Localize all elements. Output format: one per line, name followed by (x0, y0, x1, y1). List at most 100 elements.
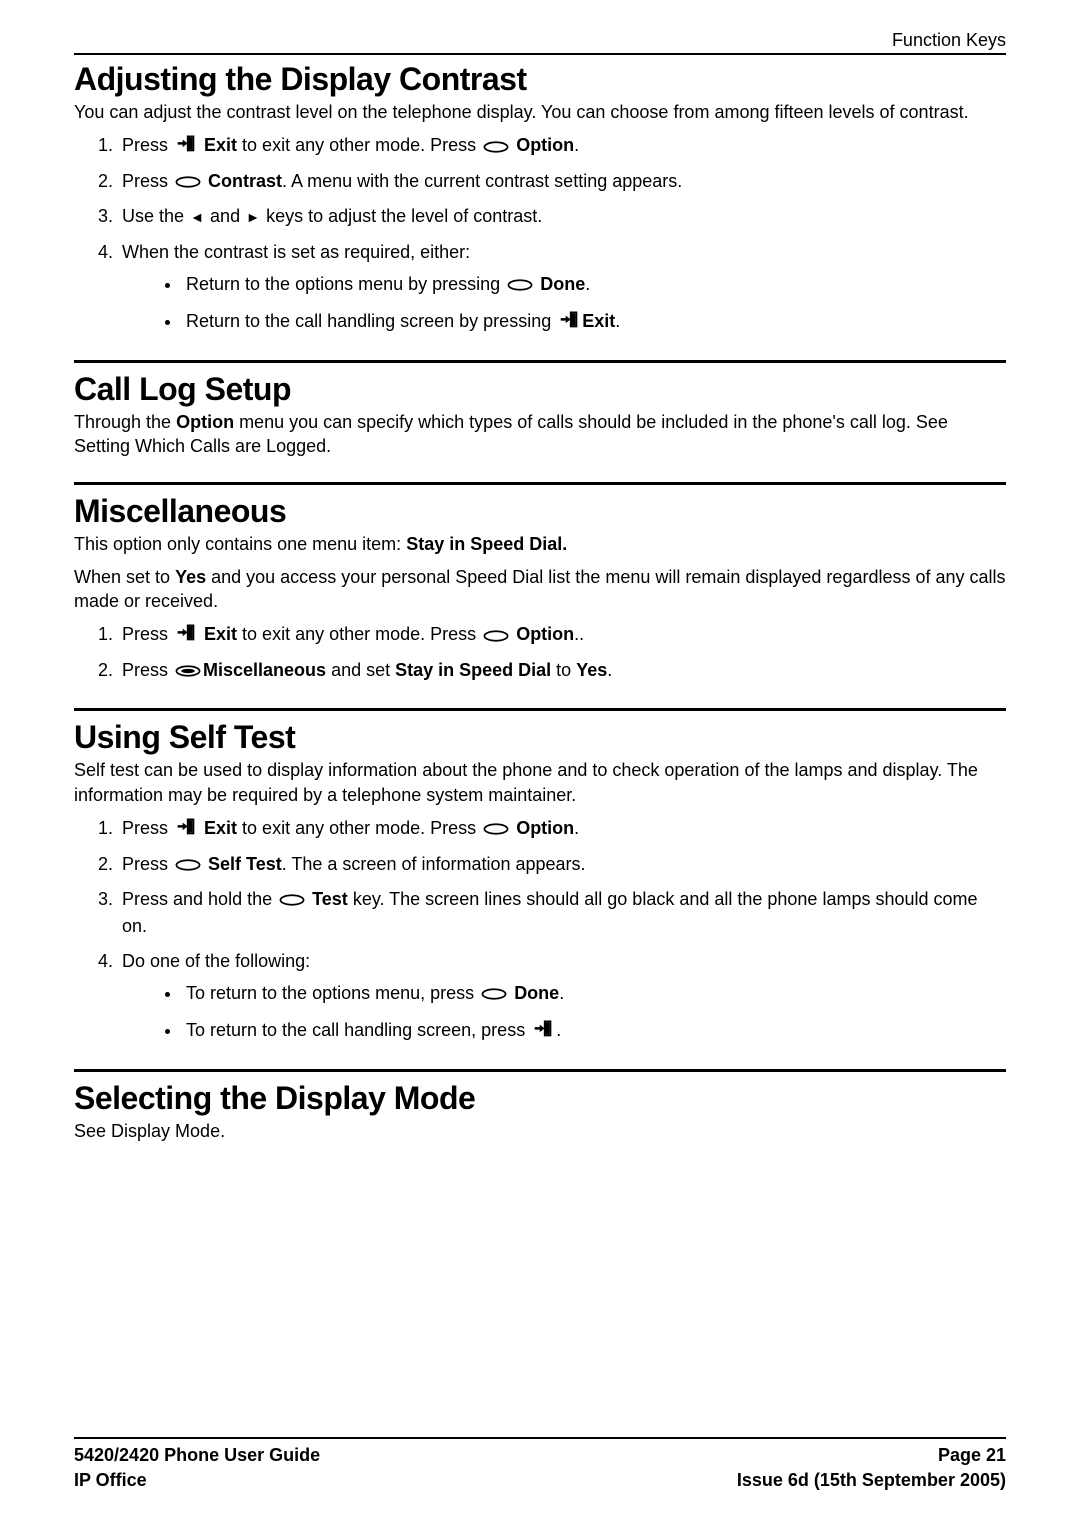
text: Return to the options menu by pressing (186, 274, 505, 294)
substeps: To return to the options menu, press Don… (122, 980, 1006, 1045)
softkey-icon (481, 981, 507, 1007)
text: . The a screen of information appears. (282, 854, 586, 874)
steps-misc: Press Exit to exit any other mode. Press… (74, 621, 1006, 684)
self-test-label: Self Test (208, 854, 282, 874)
step-3: Use the and keys to adjust the level of … (118, 203, 1006, 230)
text: to exit any other mode. Press (237, 818, 481, 838)
text: This option only contains one menu item: (74, 534, 406, 554)
softkey-icon (483, 623, 509, 649)
exit-label: Exit (582, 311, 615, 331)
text: . (574, 135, 579, 155)
exit-icon (175, 816, 197, 843)
text: Return to the call handling screen by pr… (186, 311, 556, 331)
text: Press (122, 660, 173, 680)
stay-label: Stay in Speed Dial (395, 660, 551, 680)
text: Press (122, 135, 173, 155)
text: . (585, 274, 590, 294)
exit-icon (175, 133, 197, 160)
section-rule (74, 482, 1006, 485)
text: Press (122, 624, 173, 644)
text: to exit any other mode. Press (237, 624, 481, 644)
heading-call-log: Call Log Setup (74, 371, 1006, 408)
softkey-icon (483, 816, 509, 842)
exit-icon (558, 309, 580, 336)
step-3: Press and hold the Test key. The screen … (118, 886, 1006, 939)
section-call-log-setup: Call Log Setup Through the Option menu y… (74, 371, 1006, 459)
text: and set (326, 660, 395, 680)
substep-1: To return to the options menu, press Don… (182, 980, 1006, 1007)
step-4: Do one of the following: To return to th… (118, 948, 1006, 1045)
text: To return to the call handling screen, p… (186, 1020, 530, 1040)
intro-self-test: Self test can be used to display informa… (74, 758, 1006, 807)
text: keys to adjust the level of contrast. (261, 206, 542, 226)
softkey-icon (175, 169, 201, 195)
text: When the contrast is set as required, ei… (122, 242, 470, 262)
step-1: Press Exit to exit any other mode. Press… (118, 621, 1006, 649)
exit-label: Exit (204, 135, 237, 155)
text: . (615, 311, 620, 331)
heading-display-mode: Selecting the Display Mode (74, 1080, 1006, 1117)
stay-label: Stay in Speed Dial. (406, 534, 567, 554)
footer-rule (74, 1437, 1006, 1439)
page-header-right: Function Keys (74, 30, 1006, 51)
section-adjusting-contrast: Adjusting the Display Contrast You can a… (74, 61, 1006, 336)
footer-left-2: IP Office (74, 1468, 147, 1492)
heading-self-test: Using Self Test (74, 719, 1006, 756)
exit-label: Exit (204, 818, 237, 838)
exit-label: Exit (204, 624, 237, 644)
substep-2: Return to the call handling screen by pr… (182, 308, 1006, 336)
step-2: Press Contrast. A menu with the current … (118, 168, 1006, 195)
paragraph-misc-1: This option only contains one menu item:… (74, 532, 1006, 556)
section-display-mode: Selecting the Display Mode See Display M… (74, 1080, 1006, 1143)
paragraph-call-log: Through the Option menu you can specify … (74, 410, 1006, 459)
text: Press (122, 171, 173, 191)
option-label: Option (176, 412, 234, 432)
step-2: Press Miscellaneous and set Stay in Spee… (118, 657, 1006, 684)
left-arrow-icon (191, 205, 203, 231)
step-4: When the contrast is set as required, ei… (118, 239, 1006, 336)
steps-self-test: Press Exit to exit any other mode. Press… (74, 815, 1006, 1045)
text: To return to the options menu, press (186, 983, 479, 1003)
softkey-icon (483, 134, 509, 160)
text: to (551, 660, 576, 680)
softkey-filled-icon (175, 658, 201, 684)
intro-adjusting: You can adjust the contrast level on the… (74, 100, 1006, 124)
text: . (574, 818, 579, 838)
step-1: Press Exit to exit any other mode. Press… (118, 815, 1006, 843)
miscellaneous-label: Miscellaneous (203, 660, 326, 680)
section-self-test: Using Self Test Self test can be used to… (74, 719, 1006, 1044)
yes-label: Yes (576, 660, 607, 680)
softkey-icon (279, 887, 305, 913)
heading-miscellaneous: Miscellaneous (74, 493, 1006, 530)
text: . (559, 983, 564, 1003)
done-label: Done (514, 983, 559, 1003)
text: .. (574, 624, 584, 644)
text: When set to (74, 567, 175, 587)
text: . A menu with the current contrast setti… (282, 171, 682, 191)
text: Do one of the following: (122, 951, 310, 971)
text: and (205, 206, 245, 226)
option-label: Option (516, 135, 574, 155)
heading-adjusting-contrast: Adjusting the Display Contrast (74, 61, 1006, 98)
header-rule (74, 53, 1006, 55)
text: . (607, 660, 612, 680)
contrast-label: Contrast (208, 171, 282, 191)
right-arrow-icon (247, 205, 259, 231)
test-label: Test (312, 889, 348, 909)
steps-adjusting: Press Exit to exit any other mode. Press… (74, 132, 1006, 336)
text: Press (122, 854, 173, 874)
section-rule (74, 360, 1006, 363)
text: Use the (122, 206, 189, 226)
softkey-icon (507, 272, 533, 298)
substeps: Return to the options menu by pressing D… (122, 271, 1006, 336)
page-footer: 5420/2420 Phone User Guide Page 21 IP Of… (74, 1437, 1006, 1492)
text: Press and hold the (122, 889, 277, 909)
option-label: Option (516, 818, 574, 838)
substep-1: Return to the options menu by pressing D… (182, 271, 1006, 298)
paragraph-misc-2: When set to Yes and you access your pers… (74, 565, 1006, 614)
text: Through the (74, 412, 176, 432)
footer-left-1: 5420/2420 Phone User Guide (74, 1443, 320, 1467)
yes-label: Yes (175, 567, 206, 587)
footer-right-2: Issue 6d (15th September 2005) (737, 1468, 1006, 1492)
text: to exit any other mode. Press (237, 135, 481, 155)
